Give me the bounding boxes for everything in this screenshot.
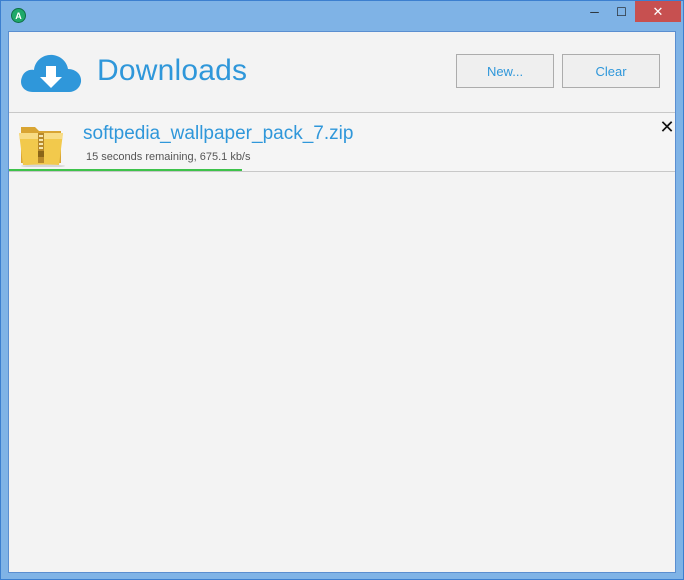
downloads-panel: Downloads New... Clear softpedia_wallpap… <box>8 31 676 573</box>
download-status: 15 seconds remaining, 675.1 kb/s <box>86 151 251 163</box>
cancel-download-icon[interactable]: ✕ <box>659 118 675 136</box>
download-progress-bar <box>9 169 675 171</box>
title-bar[interactable]: A ─ ☐ ✕ <box>1 1 683 31</box>
maximize-button[interactable]: ☐ <box>608 1 635 22</box>
app-icon[interactable]: A <box>11 8 26 23</box>
clear-button[interactable]: Clear <box>562 54 660 88</box>
new-download-button[interactable]: New... <box>456 54 554 88</box>
cloud-download-icon <box>21 54 82 92</box>
download-file-name[interactable]: softpedia_wallpaper_pack_7.zip <box>83 123 353 145</box>
download-progress-fill <box>9 169 243 171</box>
page-title: Downloads <box>97 54 248 87</box>
download-item[interactable]: softpedia_wallpaper_pack_7.zip 15 second… <box>9 113 675 172</box>
close-button[interactable]: ✕ <box>635 1 681 22</box>
header: Downloads New... Clear <box>9 32 675 113</box>
zip-folder-icon <box>19 127 65 167</box>
minimize-button[interactable]: ─ <box>581 1 608 22</box>
app-window: A ─ ☐ ✕ Downloads New... Clear softpedia… <box>0 0 684 580</box>
